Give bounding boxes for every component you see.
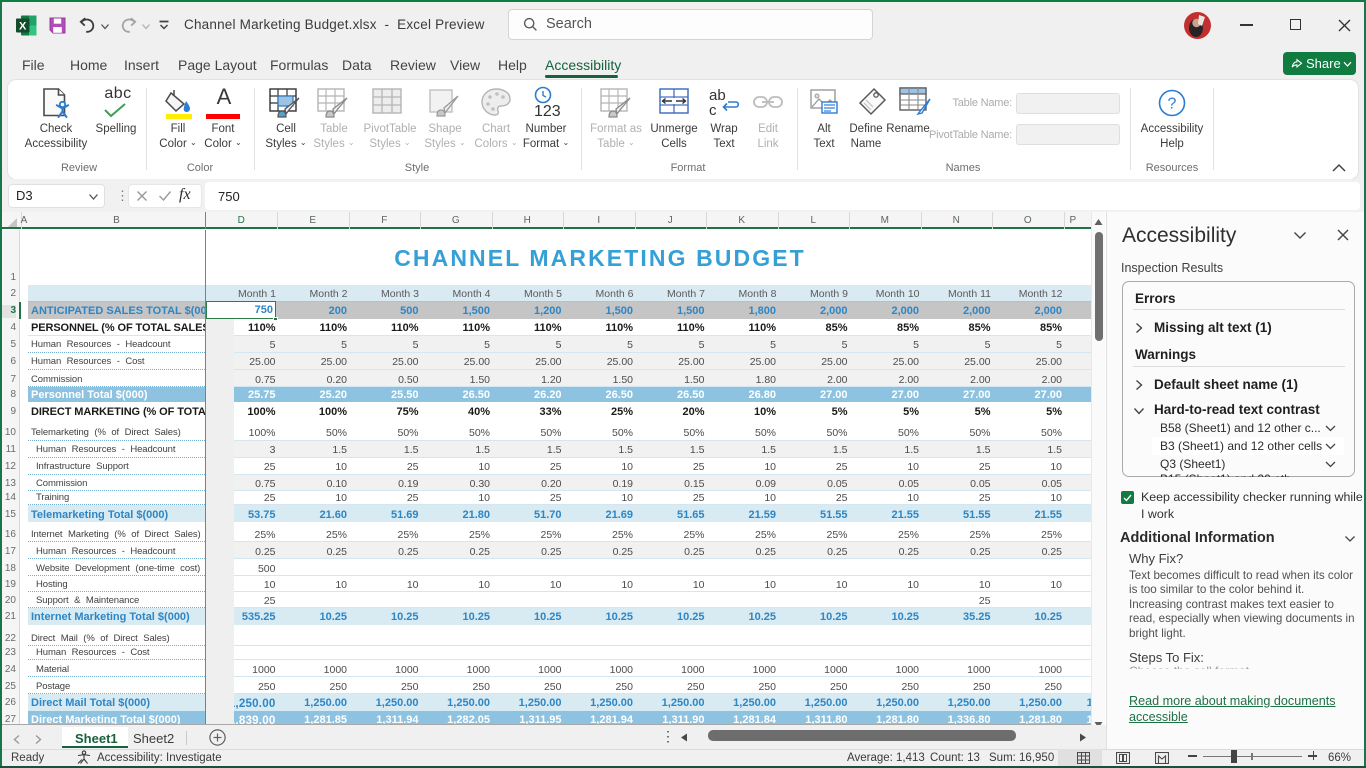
svg-text:?: ? [1168,96,1177,113]
svg-text:123: 123 [534,103,561,120]
svg-text:X: X [19,21,27,33]
svg-text:c: c [709,102,717,118]
